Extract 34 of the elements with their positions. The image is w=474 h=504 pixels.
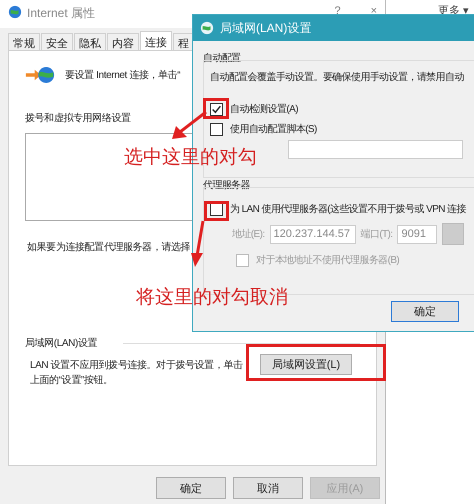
dialog-title: 局域网(LAN)设置 xyxy=(220,20,312,36)
section-heading: 局域网(LAN)设置 xyxy=(25,336,98,350)
globe-icon xyxy=(200,21,214,35)
checkbox[interactable] xyxy=(236,254,249,266)
arrow xyxy=(170,110,210,142)
ok-button[interactable]: 确定 xyxy=(391,301,459,322)
section-heading: 拨号和虚拟专用网络设置 xyxy=(25,112,131,125)
checkbox-label: 使用自动配置脚本(S) xyxy=(230,122,317,136)
highlight-frame xyxy=(204,201,229,221)
globe-icon xyxy=(8,5,22,19)
checkbox[interactable] xyxy=(210,102,223,116)
checkbox-label: 对于本地地址不使用代理服务器(B) xyxy=(256,254,400,267)
lan-description: LAN 设置不应用到拨号连接。对于拨号设置，单击上面的“设置”按钮。 xyxy=(30,358,244,388)
checkbox-label: 为 LAN 使用代理服务器(这些设置不用于拨号或 VPN 连接 xyxy=(230,202,466,216)
highlight-frame xyxy=(203,98,229,119)
script-address-field[interactable] xyxy=(288,140,463,159)
port-field[interactable]: 9091 xyxy=(397,224,438,244)
proxy-hint: 如果要为连接配置代理服务器，请选择 xyxy=(26,240,190,254)
help-button[interactable]: ? xyxy=(330,5,345,17)
arrow xyxy=(191,220,207,268)
tab[interactable]: 连接 xyxy=(140,31,172,52)
field-label: 地址(E): xyxy=(232,228,265,241)
field-label: 端口(T): xyxy=(360,228,392,241)
auto-config-note: 自动配置会覆盖手动设置。要确保使用手动设置，请禁用自动 xyxy=(210,70,465,84)
lan-settings-button[interactable]: 局域网设置(L) xyxy=(260,354,352,375)
close-button[interactable]: × xyxy=(366,5,381,17)
dialog-button[interactable]: 取消 xyxy=(233,477,303,499)
dialog-button[interactable]: 确定 xyxy=(156,477,226,499)
address-field[interactable]: 120.237.144.57 xyxy=(270,224,356,244)
checkbox[interactable] xyxy=(210,122,223,136)
network-globe-icon xyxy=(25,65,55,85)
window-title: Internet 属性 xyxy=(27,5,96,22)
checkbox-label: 自动检测设置(A) xyxy=(230,102,298,116)
intro-text: 要设置 Internet 连接，单击“ xyxy=(65,68,180,82)
